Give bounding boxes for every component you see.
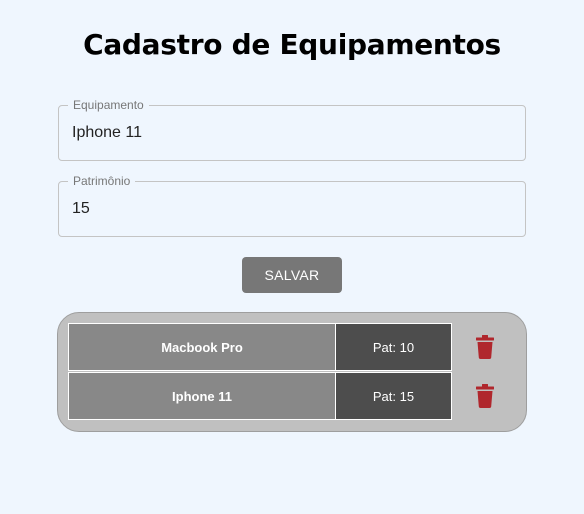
patrimonio-field[interactable]: Patrimônio: [58, 173, 526, 237]
trash-icon: [476, 384, 494, 408]
delete-button[interactable]: [452, 323, 518, 371]
list-item: Macbook Pro Pat: 10: [68, 323, 518, 371]
page-title: Cadastro de Equipamentos: [83, 28, 501, 61]
item-patrimonio: Pat: 15: [336, 372, 452, 420]
save-button[interactable]: SALVAR: [242, 257, 342, 293]
item-patrimonio: Pat: 10: [336, 323, 452, 371]
delete-button[interactable]: [452, 372, 518, 420]
item-name: Macbook Pro: [68, 323, 336, 371]
page: Cadastro de Equipamentos Equipamento Pat…: [0, 0, 584, 514]
equipamento-input[interactable]: [72, 106, 512, 160]
item-name: Iphone 11: [68, 372, 336, 420]
trash-icon: [476, 335, 494, 359]
equipment-list: Macbook Pro Pat: 10 Iphone 11 Pat: 15: [57, 312, 527, 432]
list-item: Iphone 11 Pat: 15: [68, 372, 518, 420]
equipamento-field[interactable]: Equipamento: [58, 97, 526, 161]
patrimonio-input[interactable]: [72, 182, 512, 236]
